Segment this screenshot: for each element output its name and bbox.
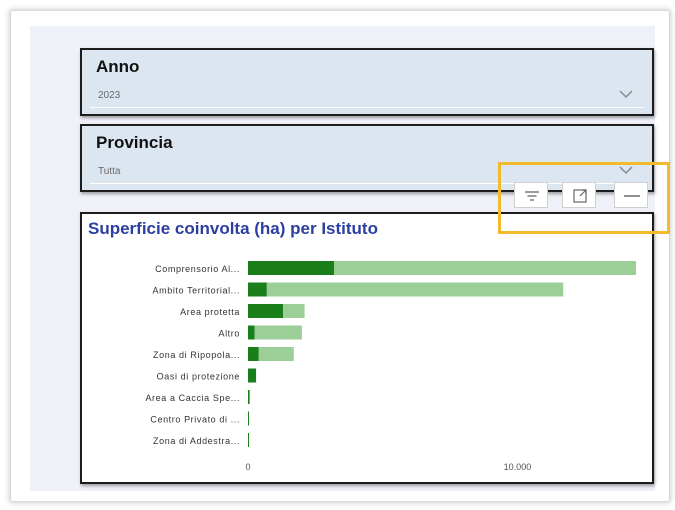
bar-segment[interactable]	[248, 282, 267, 297]
slicer-provincia-value: Tutta	[98, 166, 121, 177]
chevron-down-icon	[619, 90, 633, 99]
category-label: Ambito Territorial...	[153, 286, 240, 296]
slicer-anno-value: 2023	[98, 90, 121, 101]
category-label: Comprensorio Al...	[155, 264, 240, 274]
category-label: Zona di Ripopola...	[153, 350, 240, 360]
bar-segment[interactable]	[258, 347, 294, 361]
category-label: Area protetta	[180, 307, 240, 317]
highlight-box	[498, 162, 670, 234]
bar-chart-visual[interactable]: Superficie coinvolta (ha) per Istituto C…	[80, 212, 654, 484]
category-label: Oasi di protezione	[157, 372, 240, 382]
bar-chart: Comprensorio Al... Ambito Territorial... A…	[145, 261, 636, 472]
bar-segment[interactable]	[248, 433, 249, 447]
category-label: Area a Caccia Spe...	[145, 393, 240, 403]
bar-segment[interactable]	[248, 325, 255, 340]
category-label: Zona di Addestra...	[153, 436, 240, 446]
bar-segment[interactable]	[248, 304, 284, 318]
slicer-anno-title: Anno	[96, 57, 140, 76]
bar-segment[interactable]	[334, 261, 636, 275]
category-label: Centro Privato di ...	[150, 415, 240, 425]
slicer-anno-dropdown[interactable]: 2023	[90, 84, 644, 108]
bar-segment[interactable]	[248, 368, 257, 383]
bar-segment[interactable]	[248, 261, 335, 275]
bar-segment[interactable]	[254, 325, 302, 340]
category-label: Altro	[218, 329, 240, 339]
slicer-provincia-title: Provincia	[96, 133, 173, 152]
bar-segment[interactable]	[248, 411, 249, 426]
bar-segment[interactable]	[248, 347, 259, 361]
x-tick-label: 0	[245, 462, 250, 472]
bar-segment[interactable]	[283, 304, 305, 318]
x-tick-label: 10.000	[504, 462, 532, 472]
bar-segment[interactable]	[248, 390, 250, 404]
bar-segment[interactable]	[266, 282, 564, 297]
slicer-anno: Anno 2023	[80, 48, 654, 116]
